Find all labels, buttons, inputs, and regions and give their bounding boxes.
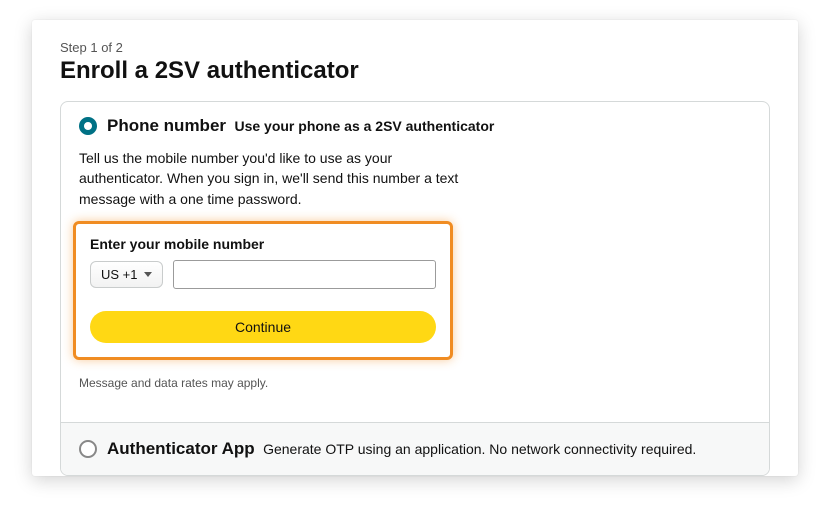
country-code-value: US +1: [101, 267, 138, 282]
mobile-number-row: US +1: [90, 260, 436, 289]
country-code-select[interactable]: US +1: [90, 261, 163, 288]
chevron-down-icon: [144, 272, 152, 277]
option-app-header[interactable]: Authenticator App Generate OTP using an …: [79, 439, 751, 459]
continue-button[interactable]: Continue: [90, 311, 436, 343]
option-phone-header[interactable]: Phone number Use your phone as a 2SV aut…: [79, 116, 751, 136]
step-indicator: Step 1 of 2: [60, 40, 770, 55]
page-title: Enroll a 2SV authenticator: [60, 57, 770, 85]
mobile-number-label: Enter your mobile number: [90, 236, 436, 252]
radio-unselected-icon[interactable]: [79, 440, 97, 458]
radio-selected-icon[interactable]: [79, 117, 97, 135]
enroll-2sv-card: Step 1 of 2 Enroll a 2SV authenticator P…: [32, 20, 798, 476]
option-authenticator-app[interactable]: Authenticator App Generate OTP using an …: [61, 422, 769, 475]
phone-entry-highlight: Enter your mobile number US +1 Continue: [73, 221, 453, 360]
option-app-title: Authenticator App: [107, 439, 255, 458]
option-phone-description: Tell us the mobile number you'd like to …: [79, 148, 459, 209]
option-phone-subtitle: Use your phone as a 2SV authenticator: [234, 118, 494, 134]
mobile-number-input[interactable]: [173, 260, 437, 289]
option-phone-number[interactable]: Phone number Use your phone as a 2SV aut…: [61, 102, 769, 422]
option-app-subtitle: Generate OTP using an application. No ne…: [263, 441, 696, 457]
option-phone-title: Phone number: [107, 116, 226, 135]
authenticator-options: Phone number Use your phone as a 2SV aut…: [60, 101, 770, 476]
rates-disclaimer: Message and data rates may apply.: [79, 376, 751, 390]
